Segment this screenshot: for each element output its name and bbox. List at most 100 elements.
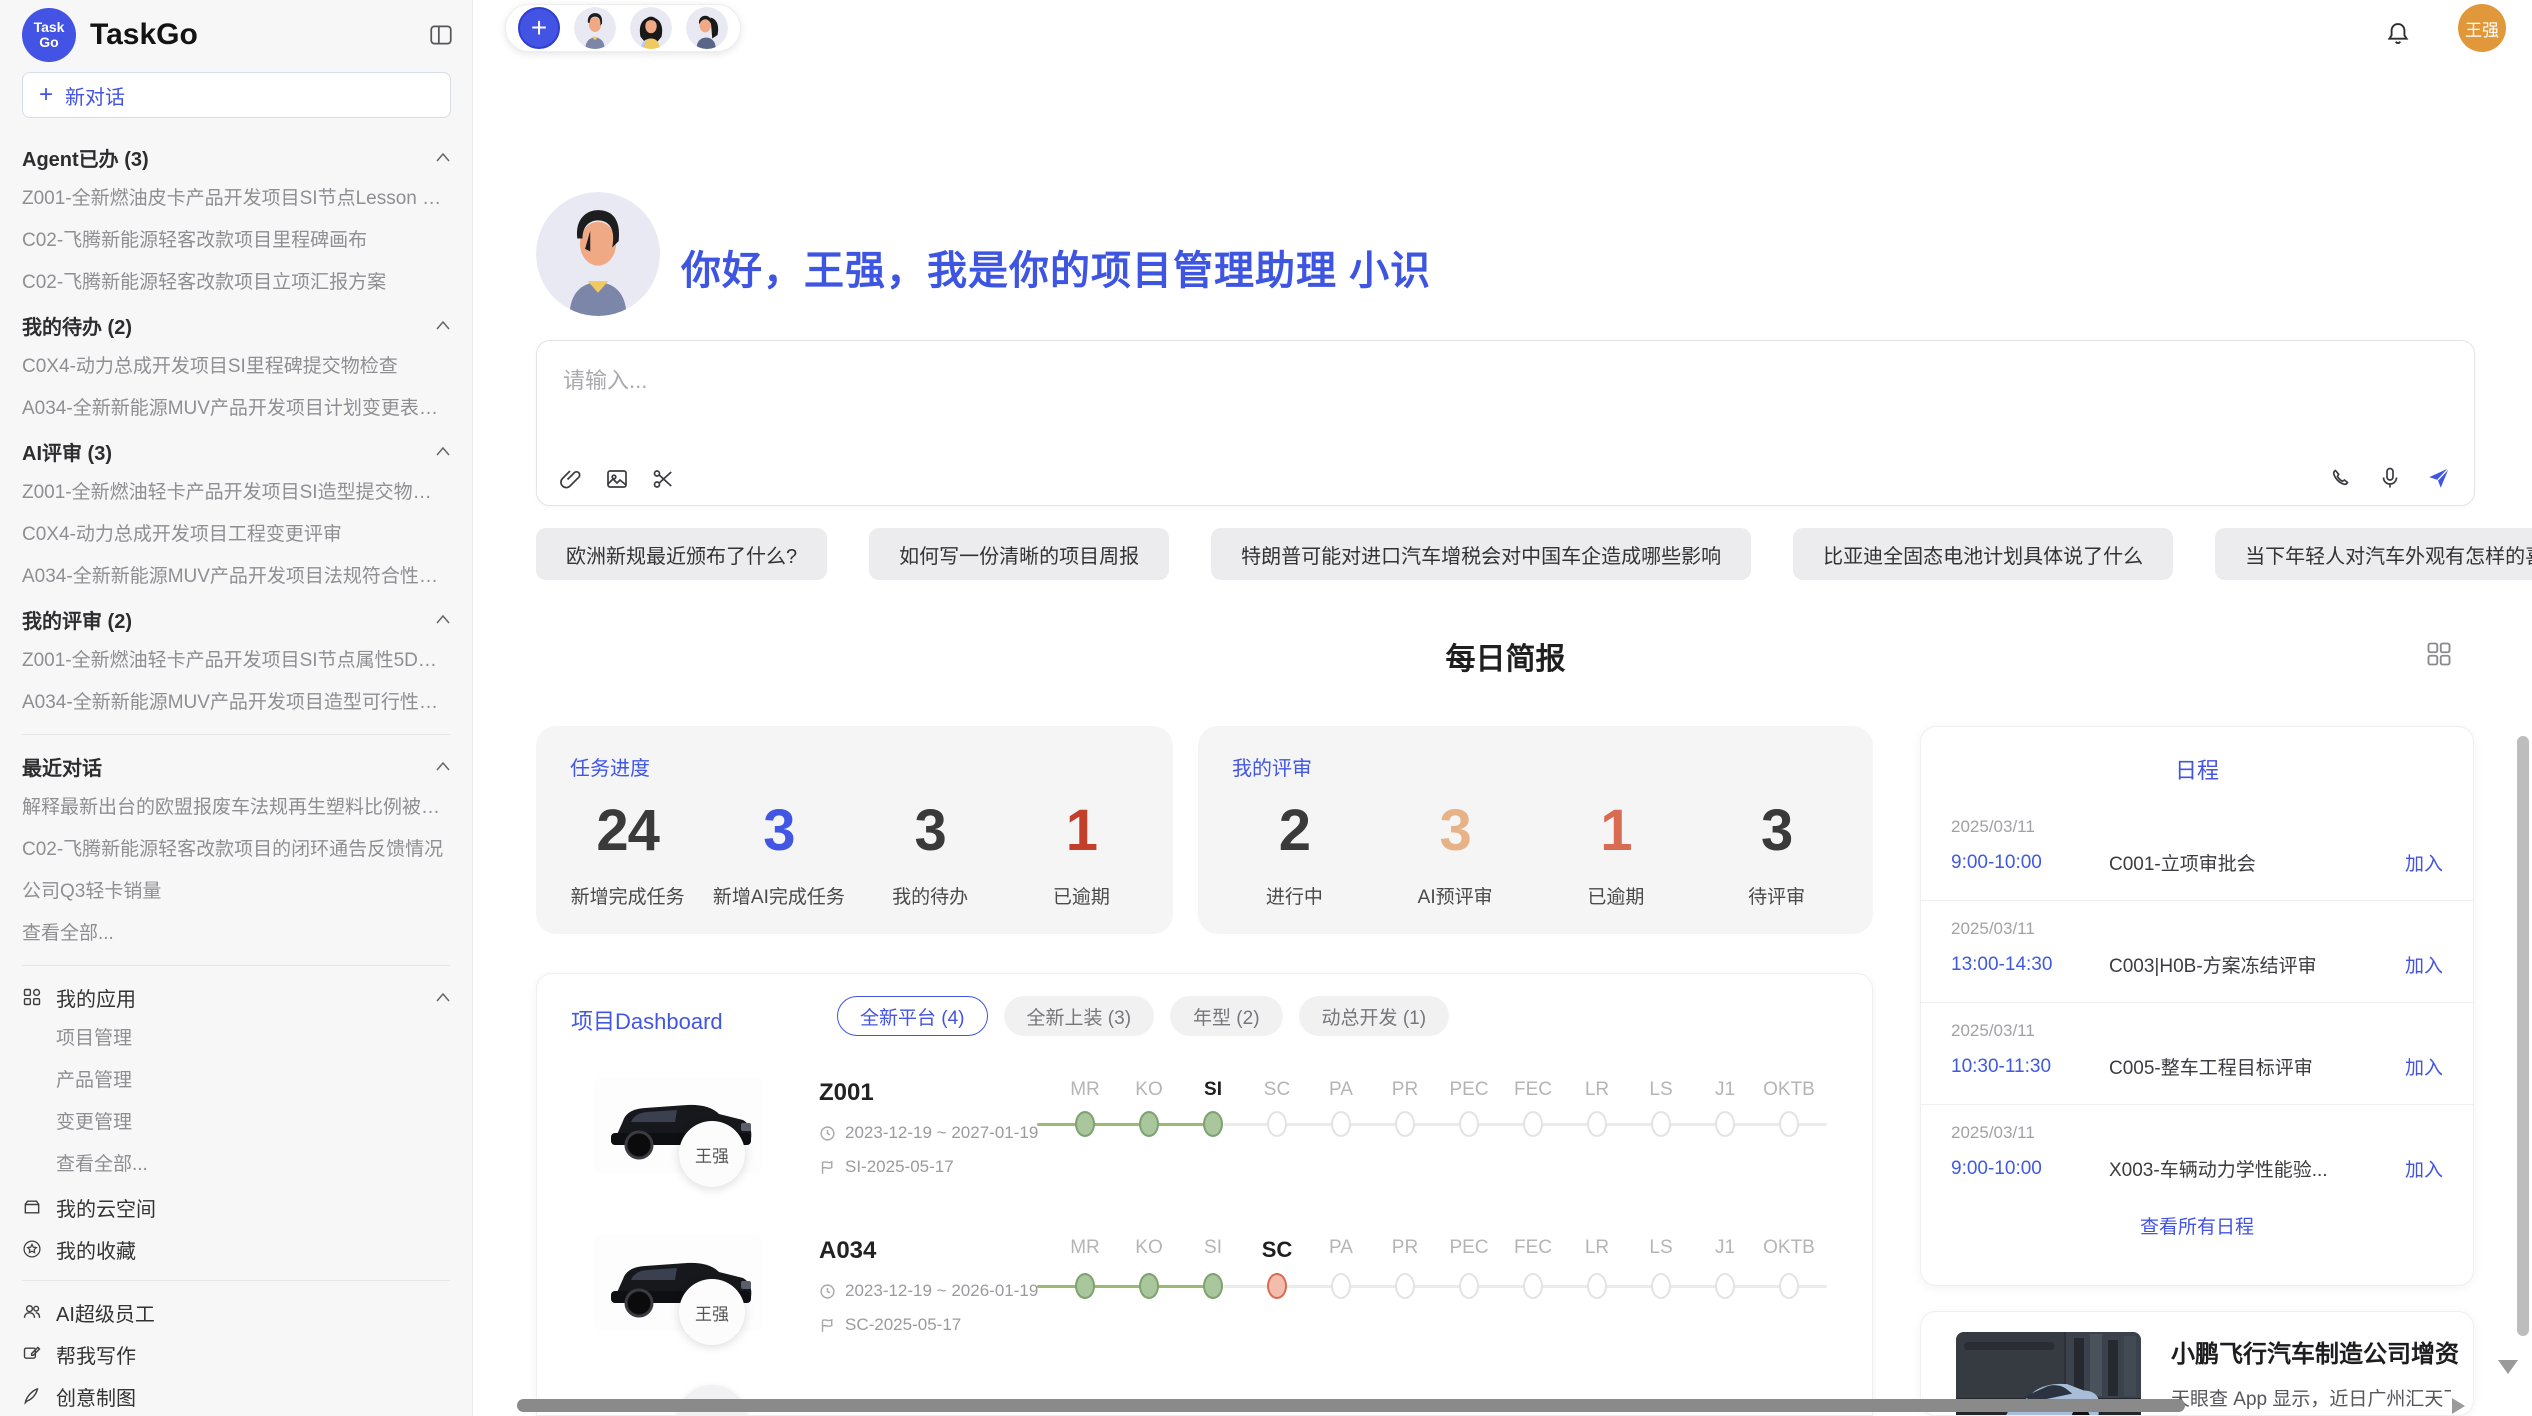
sidebar-task-item[interactable]: C0X4-动力总成开发项目工程变更评审: [22, 514, 450, 556]
sidebar-task-item[interactable]: Z001-全新燃油轻卡产品开发项目SI造型提交物评审: [22, 472, 450, 514]
flag-icon: [819, 1317, 836, 1334]
stat-pending-review: 3 待评审: [1696, 802, 1857, 909]
favorites-label: 我的收藏: [56, 1235, 136, 1264]
vertical-scrollbar-thumb[interactable]: [2517, 736, 2529, 1336]
app-item-product-mgmt[interactable]: 产品管理: [22, 1060, 450, 1102]
notification-bell-icon[interactable]: [2384, 20, 2412, 53]
section-my-todo[interactable]: 我的待办 (2): [22, 304, 450, 346]
suggestion-chip[interactable]: 当下年轻人对汽车外观有怎样的喜好趋势: [2215, 528, 2532, 580]
new-chat-button[interactable]: + 新对话: [22, 72, 451, 118]
sidebar-collapse-icon[interactable]: [428, 22, 454, 48]
section-my-apps[interactable]: 我的应用: [22, 976, 450, 1018]
view-all-schedule-link[interactable]: 查看所有日程: [1921, 1206, 2473, 1239]
join-link[interactable]: 加入: [2405, 849, 2443, 876]
schedule-panel: 日程 2025/03/11 9:00-10:00 C001-立项审批会 加入 2…: [1920, 726, 2474, 1286]
assistant-avatar: [536, 192, 660, 316]
logo-line-2: Go: [39, 35, 58, 50]
project-row-a034[interactable]: 王强 A034 2023-12-19 ~ 2026-01-19 SC-2025-…: [537, 1227, 1872, 1385]
sidebar-item-cloud-space[interactable]: 我的云空间: [22, 1186, 450, 1228]
sidebar-item-favorites[interactable]: 我的收藏: [22, 1228, 450, 1270]
apps-view-all[interactable]: 查看全部...: [22, 1144, 450, 1186]
recent-chat-item[interactable]: 公司Q3轻卡销量: [22, 871, 450, 913]
suggestion-chip[interactable]: 特朗普可能对进口汽车增税会对中国车企造成哪些影响: [1211, 528, 1751, 580]
recent-chat-item[interactable]: 解释最新出台的欧盟报废车法规再生塑料比例被调至15%...: [22, 787, 450, 829]
tab-year-model[interactable]: 年型 (2): [1170, 996, 1283, 1036]
join-link[interactable]: 加入: [2405, 1053, 2443, 1080]
star-circle-icon: [22, 1239, 42, 1259]
recent-chat-item[interactable]: C02-飞腾新能源轻客改款项目的闭环通告反馈情况: [22, 829, 450, 871]
scroll-right-arrow[interactable]: [2452, 1398, 2465, 1414]
milestone-node: [1395, 1111, 1415, 1137]
sidebar-task-item[interactable]: A034-全新新能源MUV产品开发项目法规符合性评审: [22, 556, 450, 598]
phone-icon[interactable]: [2330, 466, 2354, 490]
stat-value: 3: [1375, 802, 1536, 860]
suggestion-chip[interactable]: 如何写一份清晰的项目周报: [869, 528, 1169, 580]
stat-label: 已逾期: [1536, 882, 1697, 909]
tab-new-body[interactable]: 全新上装 (3): [1004, 996, 1155, 1036]
attachment-icon[interactable]: [559, 467, 583, 491]
user-avatar[interactable]: 王强: [2458, 4, 2506, 52]
app-item-project-mgmt[interactable]: 项目管理: [22, 1018, 450, 1060]
sidebar-task-item[interactable]: Z001-全新燃油轻卡产品开发项目SI节点属性5D文件评审: [22, 640, 450, 682]
apps-grid-icon: [22, 987, 42, 1007]
scroll-down-arrow[interactable]: [2498, 1360, 2518, 1374]
pen-icon: [22, 1386, 42, 1406]
join-link[interactable]: 加入: [2405, 951, 2443, 978]
tab-powertrain[interactable]: 动总开发 (1): [1299, 996, 1450, 1036]
flag-icon: [819, 1159, 836, 1176]
project-name[interactable]: A034: [819, 1237, 876, 1265]
plus-icon: +: [39, 81, 53, 109]
milestone-node: [1139, 1111, 1159, 1137]
sidebar-task-item[interactable]: C02-飞腾新能源轻客改款项目立项汇报方案: [22, 262, 450, 304]
milestone-node: [1267, 1111, 1287, 1137]
sidebar-task-item[interactable]: Z001-全新燃油皮卡产品开发项目SI节点Lesson Learn报告: [22, 178, 450, 220]
milestone-node: [1459, 1111, 1479, 1137]
project-dates-text: 2023-12-19 ~ 2027-01-19: [845, 1123, 1038, 1143]
sidebar-task-item[interactable]: A034-全新新能源MUV产品开发项目计划变更表编写: [22, 388, 450, 430]
join-link[interactable]: 加入: [2405, 1155, 2443, 1182]
add-contact-button[interactable]: +: [518, 7, 560, 49]
avatar-contact-2[interactable]: [630, 7, 672, 49]
suggestion-chip[interactable]: 欧洲新规最近颁布了什么?: [536, 528, 827, 580]
sidebar-item-creative-draw[interactable]: 创意制图: [22, 1375, 450, 1416]
section-agent-done[interactable]: Agent已办 (3): [22, 136, 450, 178]
milestone-node: [1523, 1111, 1543, 1137]
scissors-icon[interactable]: [651, 467, 675, 491]
stat-value: 3: [1696, 802, 1857, 860]
app-item-change-mgmt[interactable]: 变更管理: [22, 1102, 450, 1144]
chat-composer: [536, 340, 2475, 506]
chevron-up-icon: [436, 762, 450, 771]
avatar-contact-3[interactable]: [686, 7, 728, 49]
recent-view-all[interactable]: 查看全部...: [22, 913, 450, 955]
owner-name: 王强: [695, 1142, 729, 1167]
layout-grid-icon[interactable]: [2425, 640, 2453, 673]
sidebar-item-ai-employee[interactable]: AI超级员工: [22, 1291, 450, 1333]
image-icon[interactable]: [605, 467, 629, 491]
stat-label: 已逾期: [1006, 882, 1157, 909]
section-recent-chats[interactable]: 最近对话: [22, 745, 450, 787]
schedule-date: 2025/03/11: [1951, 919, 2443, 939]
horizontal-scrollbar-thumb[interactable]: [517, 1399, 2185, 1412]
sidebar-task-item[interactable]: A034-全新新能源MUV产品开发项目造型可行性评审: [22, 682, 450, 724]
suggestion-chip[interactable]: 比亚迪全固态电池计划具体说了什么: [1793, 528, 2173, 580]
mic-icon[interactable]: [2378, 466, 2402, 490]
tab-new-platform[interactable]: 全新平台 (4): [837, 996, 988, 1036]
sidebar-item-help-write[interactable]: 帮我写作: [22, 1333, 450, 1375]
schedule-date: 2025/03/11: [1951, 817, 2443, 837]
avatar-contact-1[interactable]: [574, 7, 616, 49]
project-row-z001[interactable]: 王强 Z001 2023-12-19 ~ 2027-01-19 SI-2025-…: [537, 1069, 1872, 1227]
stat-review-overdue: 1 已逾期: [1536, 802, 1697, 909]
section-ai-review[interactable]: AI评审 (3): [22, 430, 450, 472]
section-my-review[interactable]: 我的评审 (2): [22, 598, 450, 640]
sidebar-task-item[interactable]: C0X4-动力总成开发项目SI里程碑提交物检查: [22, 346, 450, 388]
milestone-node: [1779, 1111, 1799, 1137]
chat-input[interactable]: [537, 341, 2474, 433]
send-icon[interactable]: [2426, 465, 2452, 491]
new-chat-label: 新对话: [65, 81, 125, 110]
chevron-up-icon: [436, 153, 450, 162]
stat-value: 1: [1536, 802, 1697, 860]
milestone-node: [1203, 1111, 1223, 1137]
my-review-card: 我的评审 2 进行中 3 AI预评审 1 已逾期 3 待评审: [1198, 726, 1873, 934]
sidebar-task-item[interactable]: C02-飞腾新能源轻客改款项目里程碑画布: [22, 220, 450, 262]
project-name[interactable]: Z001: [819, 1079, 874, 1107]
